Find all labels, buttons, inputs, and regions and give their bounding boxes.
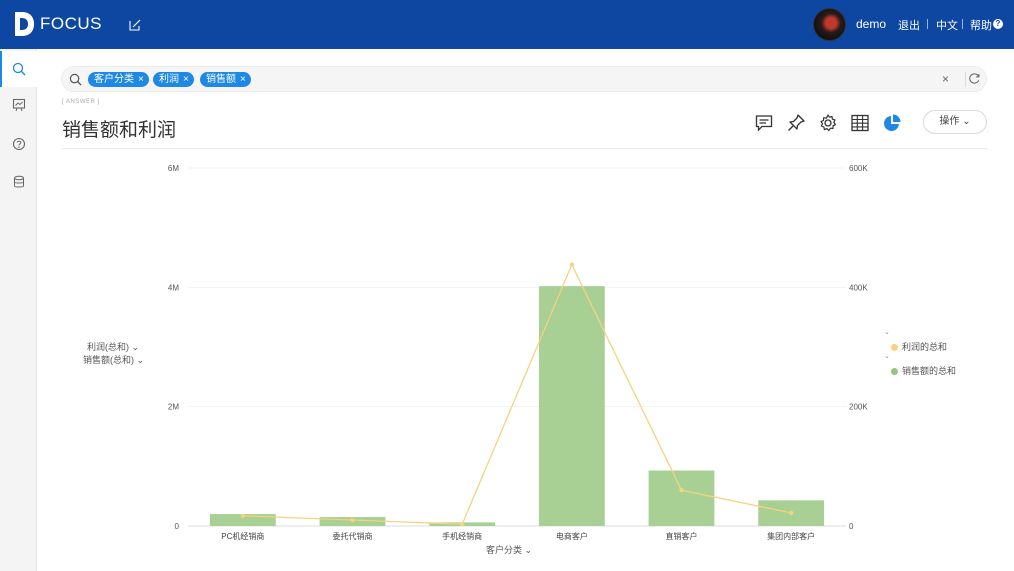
x-tick-label: 电商客户	[556, 531, 588, 541]
y-left-tick-label: 4M	[168, 283, 179, 292]
y-left-tick-label: 6M	[168, 164, 179, 173]
x-tick-label: 委托代销商	[333, 531, 373, 541]
y-left-tick-label: 2M	[168, 403, 179, 412]
line-point	[788, 510, 794, 516]
y-right-tick-label: 200K	[849, 403, 868, 412]
x-tick-label: 手机经销商	[442, 531, 482, 541]
y-right-tick-label: 400K	[849, 283, 868, 292]
y-left-tick-label: 0	[175, 522, 180, 531]
line-point	[350, 517, 355, 523]
line-point	[569, 262, 575, 267]
line-point	[679, 488, 684, 493]
bar	[538, 286, 605, 526]
combo-chart: 0 2M 4M 6M 0 200K 400K 600K PC机经销商 委托代销商 手机经销商 电商客户…	[168, 164, 868, 541]
line-point	[459, 522, 465, 527]
x-tick-label: 集团内部客户	[767, 531, 815, 541]
x-tick-label: 直销客户	[666, 531, 698, 541]
bar	[648, 470, 715, 526]
y-right-tick-label: 0	[849, 522, 854, 531]
x-tick-label: PC机经销商	[221, 531, 264, 541]
y-right-tick-label: 600K	[849, 164, 868, 173]
line-point	[240, 513, 246, 519]
